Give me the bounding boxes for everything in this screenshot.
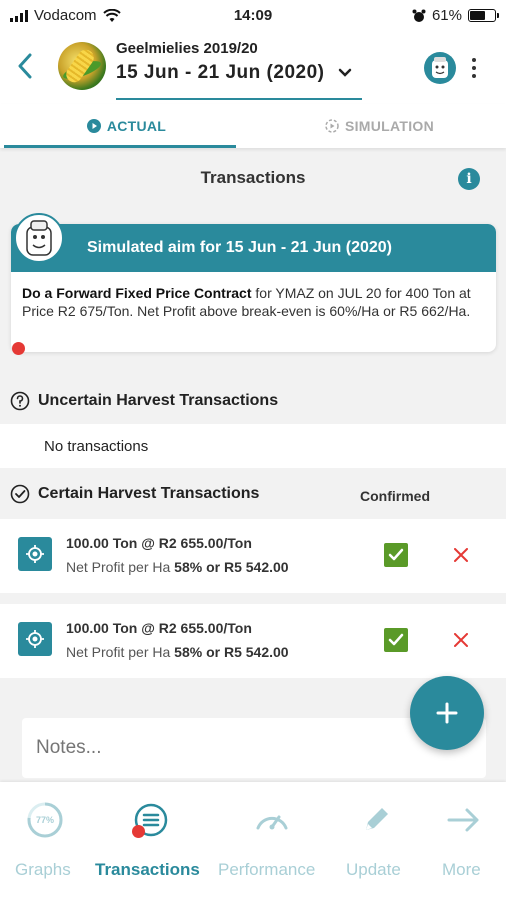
tab-bar: ACTUAL SIMULATION bbox=[0, 104, 506, 148]
nav-graphs-label: Graphs bbox=[15, 860, 71, 879]
nav-performance[interactable]: Performance bbox=[212, 782, 332, 900]
aim-card-body: Do a Forward Fixed Price Contract for YM… bbox=[22, 284, 482, 320]
target-icon bbox=[18, 537, 52, 571]
plus-icon bbox=[436, 702, 458, 724]
nav-transactions[interactable]: Transactions bbox=[90, 782, 210, 900]
delete-button[interactable] bbox=[452, 628, 470, 652]
aim-mascot-avatar bbox=[14, 213, 64, 263]
user-avatar[interactable] bbox=[424, 52, 456, 84]
app-header: Geelmielies 2019/20 15 Jun - 21 Jun (202… bbox=[0, 32, 506, 104]
nav-transactions-label: Transactions bbox=[95, 860, 200, 879]
tab-actual-label: ACTUAL bbox=[106, 118, 167, 134]
simulated-aim-card[interactable]: Simulated aim for 15 Jun - 21 Jun (2020)… bbox=[11, 224, 496, 352]
arrow-right-icon bbox=[443, 800, 483, 840]
battery-icon bbox=[468, 9, 499, 22]
nav-more-label: More bbox=[442, 860, 481, 879]
transaction-quantity-price: 100.00 Ton @ R2 655.00/Ton bbox=[66, 535, 252, 551]
farm-name: Geelmielies 2019/20 bbox=[116, 40, 258, 57]
play-dashed-circle-icon bbox=[325, 119, 339, 133]
battery-percent: 61% bbox=[431, 7, 462, 24]
pencil-icon bbox=[356, 800, 396, 840]
period-label: 15 Jun - 21 Jun (2020) bbox=[116, 62, 325, 83]
nav-update[interactable]: Update bbox=[340, 782, 412, 900]
gauge-percent-icon: 77% bbox=[25, 800, 65, 840]
mascot-icon bbox=[432, 57, 448, 78]
check-icon bbox=[388, 633, 404, 646]
transaction-row[interactable]: 100.00 Ton @ R2 655.00/Ton Net Profit pe… bbox=[0, 604, 506, 678]
transaction-row[interactable]: 100.00 Ton @ R2 655.00/Ton Net Profit pe… bbox=[0, 519, 506, 593]
check-circle-icon bbox=[10, 484, 30, 504]
question-circle-icon bbox=[10, 391, 30, 411]
svg-text:77%: 77% bbox=[36, 815, 54, 825]
tab-simulation-label: SIMULATION bbox=[344, 118, 435, 134]
status-right: 61% bbox=[412, 7, 499, 24]
uncertain-header: Uncertain Harvest Transactions bbox=[0, 379, 506, 423]
tab-indicator bbox=[4, 145, 236, 148]
confirmed-checkbox[interactable] bbox=[384, 628, 408, 652]
aim-action: Do a Forward Fixed Price Contract bbox=[22, 285, 252, 301]
aim-card-header: Simulated aim for 15 Jun - 21 Jun (2020) bbox=[11, 224, 496, 272]
notification-dot bbox=[132, 825, 145, 838]
nav-graphs[interactable]: 77% Graphs bbox=[0, 782, 90, 900]
period-selector[interactable]: 15 Jun - 21 Jun (2020) bbox=[116, 62, 352, 84]
nav-update-label: Update bbox=[346, 860, 401, 879]
transaction-profit: Net Profit per Ha 58% or R5 542.00 bbox=[66, 644, 289, 660]
certain-title: Certain Harvest Transactions bbox=[38, 485, 260, 502]
alarm-icon bbox=[412, 9, 426, 22]
status-bar: Vodacom 14:09 61% bbox=[0, 0, 506, 32]
close-icon bbox=[454, 548, 468, 562]
tab-actual[interactable]: ACTUAL bbox=[0, 104, 253, 148]
more-menu-button[interactable] bbox=[466, 52, 482, 84]
target-icon bbox=[18, 622, 52, 656]
mascot-icon bbox=[26, 220, 52, 256]
empty-transactions: No transactions bbox=[0, 424, 506, 468]
chevron-down-icon bbox=[339, 68, 352, 77]
bottom-nav: 77% Graphs Transactions Performance Upda… bbox=[0, 782, 506, 900]
transaction-profit: Net Profit per Ha 58% or R5 542.00 bbox=[66, 559, 289, 575]
check-icon bbox=[388, 548, 404, 561]
confirmed-checkbox[interactable] bbox=[384, 543, 408, 567]
tab-simulation[interactable]: SIMULATION bbox=[253, 104, 506, 148]
play-circle-icon bbox=[86, 119, 101, 133]
transaction-quantity-price: 100.00 Ton @ R2 655.00/Ton bbox=[66, 620, 252, 636]
farm-avatar[interactable] bbox=[58, 42, 106, 90]
close-icon bbox=[454, 633, 468, 647]
period-underline bbox=[116, 98, 362, 100]
confirmed-column-label: Confirmed bbox=[360, 488, 430, 504]
back-button[interactable] bbox=[12, 50, 38, 82]
aim-card-title: Simulated aim for 15 Jun - 21 Jun (2020) bbox=[87, 239, 392, 256]
delete-button[interactable] bbox=[452, 543, 470, 567]
certain-header: Certain Harvest Transactions bbox=[0, 472, 506, 516]
add-transaction-button[interactable] bbox=[410, 676, 484, 750]
uncertain-title: Uncertain Harvest Transactions bbox=[38, 392, 279, 409]
chevron-left-icon bbox=[18, 53, 32, 79]
nav-more[interactable]: More bbox=[426, 782, 502, 900]
nav-performance-label: Performance bbox=[218, 860, 316, 879]
speedometer-icon bbox=[252, 800, 292, 840]
notification-dot bbox=[12, 342, 25, 355]
page-title: Transactions bbox=[200, 168, 306, 187]
info-icon[interactable]: i bbox=[458, 168, 480, 190]
